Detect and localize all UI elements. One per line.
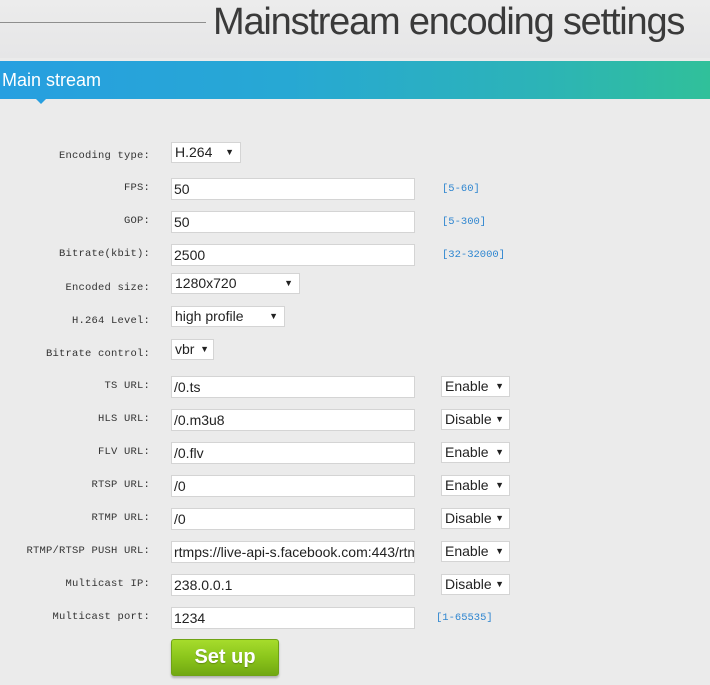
header-divider [0,22,206,23]
row-push-url: RTMP/RTSP PUSH URL: rtmps://live-api-s.f… [0,541,710,563]
rtmp-url-state-select[interactable]: Disable ▼ [441,508,510,529]
setup-button[interactable]: Set up [171,639,279,676]
ts-url-state-select[interactable]: Enable ▼ [441,376,510,397]
page-title: Mainstream encoding settings [213,1,685,43]
bitrate-control-label: Bitrate control: [45,348,150,360]
row-encoded-size: Encoded size: 1280x720 ▼ [0,273,710,296]
section-title: Main stream [2,70,102,90]
encoding-type-select[interactable]: H.264 ▼ [171,142,241,163]
chevron-down-icon: ▼ [495,381,504,391]
rtsp-url-input[interactable]: /0 [171,475,415,497]
encoded-size-label: Encoded size: [65,282,150,294]
flv-url-input[interactable]: /0.flv [171,442,415,464]
chevron-down-icon: ▼ [495,447,504,457]
multicast-ip-label: Multicast IP: [65,578,150,590]
gop-range: [5-300] [442,216,487,228]
encoded-size-value: 1280x720 [175,275,237,291]
section-banner: Main stream [0,61,710,99]
hls-url-state-value: Disable [445,411,492,427]
row-ts-url: TS URL: /0.ts Enable ▼ [0,376,710,398]
row-rtmp-url: RTMP URL: /0 Disable ▼ [0,508,710,530]
chevron-down-icon: ▼ [495,579,504,589]
h264-level-value: high profile [175,308,244,324]
h264-level-label: H.264 Level: [71,315,150,327]
multicast-port-range: [1-65535] [436,612,493,624]
chevron-down-icon: ▼ [495,480,504,490]
encoding-type-label: Encoding type: [58,150,150,162]
chevron-down-icon: ▼ [284,278,293,288]
push-url-state-value: Enable [445,543,489,559]
row-multicast-port: Multicast port: 1234 [1-65535] [0,607,710,629]
bitrate-label: Bitrate(kbit): [58,248,150,260]
rtsp-url-label: RTSP URL: [91,479,150,491]
push-url-input[interactable]: rtmps://live-api-s.facebook.com:443/rtmp [171,541,415,563]
row-bitrate: Bitrate(kbit): 2500 [32-32000] [0,244,710,266]
bitrate-range: [32-32000] [442,249,506,261]
hls-url-input[interactable]: /0.m3u8 [171,409,415,431]
row-bitrate-control: Bitrate control: vbr ▼ [0,339,710,362]
row-flv-url: FLV URL: /0.flv Enable ▼ [0,442,710,464]
row-h264-level: H.264 Level: high profile ▼ [0,306,710,329]
hls-url-state-select[interactable]: Disable ▼ [441,409,510,430]
chevron-down-icon: ▼ [200,344,209,354]
ts-url-state-value: Enable [445,378,489,394]
page: Mainstream encoding settings Main stream… [0,0,710,685]
push-url-label: RTMP/RTSP PUSH URL: [26,545,150,557]
flv-url-state-value: Enable [445,444,489,460]
gop-input[interactable]: 50 [171,211,415,233]
rtsp-url-state-select[interactable]: Enable ▼ [441,475,510,496]
rtmp-url-state-value: Disable [445,510,492,526]
fps-label: FPS: [123,182,150,194]
flv-url-label: FLV URL: [97,446,150,458]
chevron-down-icon: ▼ [495,513,504,523]
banner-pointer-icon [36,99,46,104]
ts-url-label: TS URL: [104,380,150,392]
bitrate-control-value: vbr [175,341,195,357]
push-url-state-select[interactable]: Enable ▼ [441,541,510,562]
page-header: Mainstream encoding settings [0,0,710,58]
fps-range: [5-60] [442,183,480,195]
encoded-size-select[interactable]: 1280x720 ▼ [171,273,300,294]
encoding-type-value: H.264 [175,144,213,160]
multicast-ip-state-value: Disable [445,576,492,592]
bitrate-input[interactable]: 2500 [171,244,415,266]
rtmp-url-label: RTMP URL: [91,512,150,524]
hls-url-label: HLS URL: [97,413,150,425]
chevron-down-icon: ▼ [495,414,504,424]
multicast-port-input[interactable]: 1234 [171,607,415,629]
row-gop: GOP: 50 [5-300] [0,211,710,233]
gop-label: GOP: [123,215,150,227]
fps-input[interactable]: 50 [171,178,415,200]
ts-url-input[interactable]: /0.ts [171,376,415,398]
h264-level-select[interactable]: high profile ▼ [171,306,285,327]
row-rtsp-url: RTSP URL: /0 Enable ▼ [0,475,710,497]
chevron-down-icon: ▼ [269,311,278,321]
row-hls-url: HLS URL: /0.m3u8 Disable ▼ [0,409,710,431]
multicast-ip-input[interactable]: 238.0.0.1 [171,574,415,596]
row-fps: FPS: 50 [5-60] [0,178,710,200]
chevron-down-icon: ▼ [495,546,504,556]
flv-url-state-select[interactable]: Enable ▼ [441,442,510,463]
multicast-port-label: Multicast port: [52,611,150,623]
bitrate-control-select[interactable]: vbr ▼ [171,339,214,360]
row-multicast-ip: Multicast IP: 238.0.0.1 Disable ▼ [0,574,710,596]
rtmp-url-input[interactable]: /0 [171,508,415,530]
chevron-down-icon: ▼ [225,147,234,157]
rtsp-url-state-value: Enable [445,477,489,493]
row-encoding-type: Encoding type: H.264 ▼ [0,142,710,165]
multicast-ip-state-select[interactable]: Disable ▼ [441,574,510,595]
